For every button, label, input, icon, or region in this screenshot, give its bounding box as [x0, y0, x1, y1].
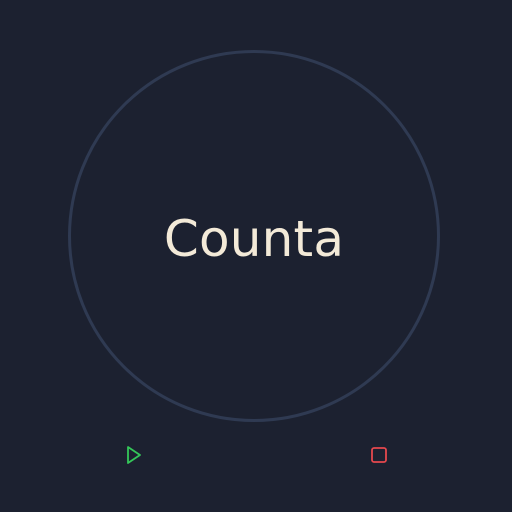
stop-button[interactable]: [367, 443, 391, 467]
app-title: Counta: [163, 210, 345, 268]
stop-icon: [371, 447, 387, 463]
counter-app: Counta: [0, 0, 512, 512]
play-icon: [127, 446, 141, 464]
play-button[interactable]: [121, 443, 145, 467]
